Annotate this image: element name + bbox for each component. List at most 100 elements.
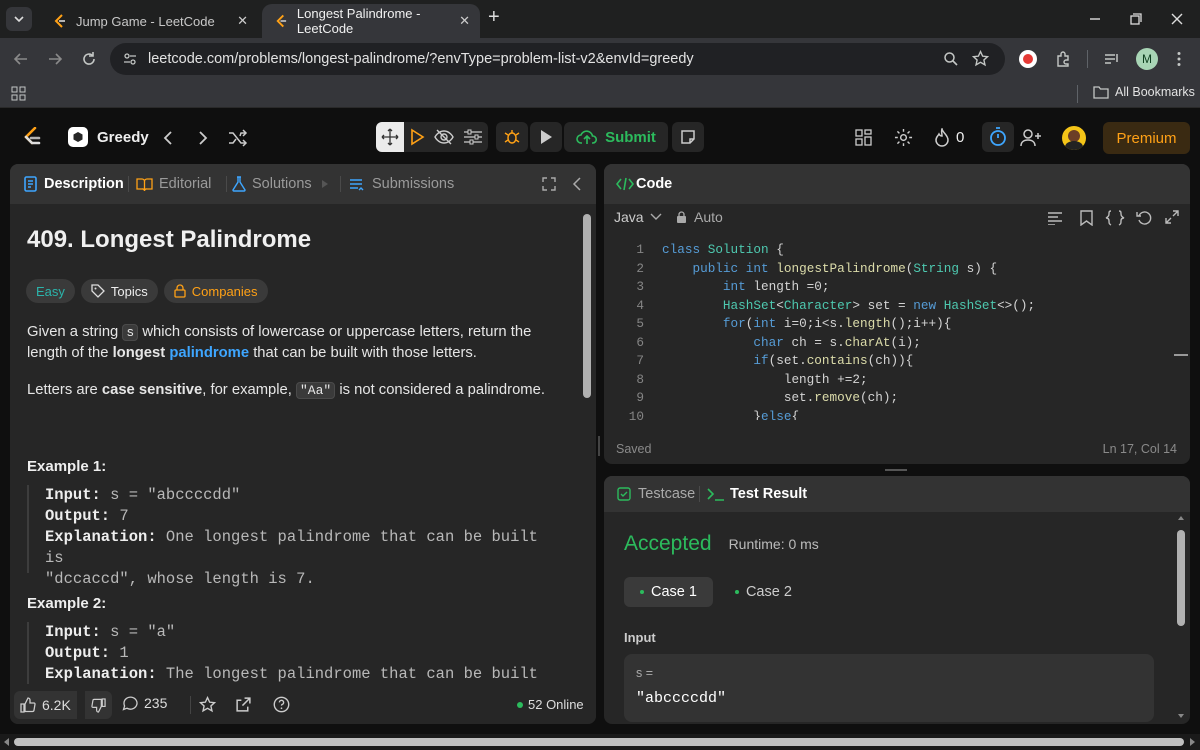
auto-mode[interactable]: Auto xyxy=(676,209,723,225)
code-line: 5 for(int i=0;i<s.length();i++){ xyxy=(636,316,952,331)
case-2-tab[interactable]: Case 2 xyxy=(721,577,806,607)
code-line: 8 length +=2; xyxy=(636,371,868,387)
close-tab-icon[interactable]: ✕ xyxy=(459,13,470,29)
reset-icon[interactable] xyxy=(1136,210,1152,226)
fire-icon xyxy=(935,128,949,147)
next-problem-icon[interactable] xyxy=(196,130,210,146)
minimize-icon[interactable] xyxy=(1086,10,1104,28)
close-tab-icon[interactable]: ✕ xyxy=(237,13,248,29)
format-icon[interactable] xyxy=(1047,211,1063,225)
tab-search-button[interactable] xyxy=(6,7,32,31)
streak-count: 0 xyxy=(956,129,965,146)
layout-grid-icon[interactable] xyxy=(855,129,872,146)
leetcode-favicon-icon xyxy=(276,14,287,28)
horizontal-resize-handle[interactable] xyxy=(598,436,600,456)
maximize-icon[interactable] xyxy=(542,177,556,191)
language-select[interactable]: Java xyxy=(614,209,662,225)
browser-tab-longest-palindrome[interactable]: Longest Palindrome - LeetCode ✕ xyxy=(262,4,480,38)
tab-testcase[interactable]: Testcase xyxy=(617,486,695,502)
leetcode-logo-icon[interactable] xyxy=(22,127,42,149)
drag-move-button[interactable] xyxy=(376,122,404,152)
palindrome-link[interactable]: palindrome xyxy=(169,345,249,361)
cloud-upload-icon xyxy=(576,130,598,144)
dislike-button[interactable] xyxy=(84,691,112,719)
star-icon[interactable] xyxy=(199,696,216,713)
tab-submissions[interactable]: Submissions xyxy=(348,176,454,192)
editor-scroll-marker xyxy=(1174,354,1188,356)
code-editor[interactable]: 1 class Solution { 2 public int longestPa… xyxy=(604,238,1174,420)
extensions-puzzle-icon[interactable] xyxy=(1054,50,1072,68)
bookmark-icon[interactable] xyxy=(1080,210,1093,226)
premium-button[interactable]: Premium xyxy=(1103,122,1190,154)
var-value: "abccccdd" xyxy=(636,690,727,707)
layout-controls xyxy=(376,122,488,152)
divider xyxy=(190,696,191,714)
page-horizontal-scrollbar[interactable] xyxy=(0,734,1200,750)
settings-sliders-icon[interactable] xyxy=(463,128,483,146)
url-bar[interactable]: leetcode.com/problems/longest-palindrome… xyxy=(110,43,1005,75)
help-icon[interactable] xyxy=(273,696,290,713)
code-panel-title: Code xyxy=(636,176,673,192)
timer-button[interactable] xyxy=(982,122,1014,152)
submit-button[interactable]: Submit xyxy=(564,122,668,152)
top-navigation: Greedy Submit 0 Premium xyxy=(0,108,1200,164)
tab-test-result[interactable]: Test Result xyxy=(707,486,807,502)
streak-counter[interactable]: 0 xyxy=(934,128,964,147)
curly-braces-icon[interactable] xyxy=(1105,210,1125,226)
tab-description[interactable]: Description xyxy=(24,176,124,192)
case-1-tab[interactable]: Case 1 xyxy=(624,577,713,607)
vertical-resize-handle[interactable] xyxy=(885,469,907,471)
hide-eye-icon[interactable] xyxy=(434,128,454,146)
restore-icon[interactable] xyxy=(1127,10,1145,28)
result-scrollbar[interactable] xyxy=(1177,516,1185,720)
add-user-icon[interactable] xyxy=(1020,128,1042,147)
companies-button[interactable]: Companies xyxy=(163,279,268,303)
thumbs-down-icon xyxy=(91,697,106,713)
description-scrollbar[interactable] xyxy=(583,206,591,686)
scroll-right-icon xyxy=(1190,738,1195,746)
extension-icon[interactable] xyxy=(1019,50,1037,68)
forward-arrow-icon[interactable] xyxy=(46,50,64,68)
comments-button[interactable]: 235 xyxy=(122,695,167,711)
description-panel: Description Editorial Solutions Submissi… xyxy=(10,164,596,724)
user-avatar[interactable] xyxy=(1062,126,1086,150)
apps-grid-icon[interactable] xyxy=(11,86,26,101)
like-button[interactable]: 6.2K xyxy=(14,691,77,719)
problem-list-button[interactable]: Greedy xyxy=(68,127,149,147)
bookmark-star-icon[interactable] xyxy=(972,50,989,67)
leetcode-app: Greedy Submit 0 Premium Description Edit… xyxy=(0,108,1200,750)
description-paragraph-2: Letters are case sensitive, for example,… xyxy=(27,382,545,399)
leetcode-favicon-icon xyxy=(54,14,65,28)
profile-avatar[interactable]: M xyxy=(1136,48,1158,70)
collapse-chevron-icon[interactable] xyxy=(572,177,582,191)
description-paragraph-1: Given a string s which consists of lower… xyxy=(27,324,532,361)
debug-button[interactable] xyxy=(496,122,528,152)
code-brackets-icon xyxy=(616,177,634,191)
close-window-icon[interactable] xyxy=(1168,10,1186,28)
test-result-panel: Testcase Test Result Accepted Runtime: 0… xyxy=(604,476,1190,724)
run-button[interactable] xyxy=(530,122,562,152)
all-bookmarks-button[interactable]: All Bookmarks xyxy=(1093,85,1195,99)
var-label: s = xyxy=(636,666,654,680)
new-tab-button[interactable]: + xyxy=(488,6,500,29)
tab-editorial[interactable]: Editorial xyxy=(136,176,211,192)
reload-icon[interactable] xyxy=(80,50,98,68)
share-icon[interactable] xyxy=(235,696,252,713)
stopwatch-icon xyxy=(990,127,1006,146)
media-queue-icon[interactable] xyxy=(1103,50,1121,68)
more-menu-icon[interactable] xyxy=(1170,50,1188,68)
gear-icon[interactable] xyxy=(894,128,913,147)
topics-button[interactable]: Topics xyxy=(80,279,158,303)
browser-tab-jump-game[interactable]: Jump Game - LeetCode ✕ xyxy=(40,4,258,38)
back-arrow-icon[interactable] xyxy=(12,50,30,68)
expand-icon[interactable] xyxy=(1165,210,1179,224)
tab-solutions[interactable]: Solutions xyxy=(232,176,329,192)
example-1-block: Input: s = "abccccdd" Output: 7 Explanat… xyxy=(27,485,557,588)
code-line: 7 if(set.contains(ch)){ xyxy=(636,353,914,368)
site-settings-icon[interactable] xyxy=(122,51,138,67)
prev-problem-icon[interactable] xyxy=(161,130,175,146)
notes-button[interactable] xyxy=(672,122,704,152)
zoom-icon[interactable] xyxy=(943,51,959,67)
run-play-outline-icon[interactable] xyxy=(408,128,426,146)
shuffle-icon[interactable] xyxy=(228,129,248,147)
